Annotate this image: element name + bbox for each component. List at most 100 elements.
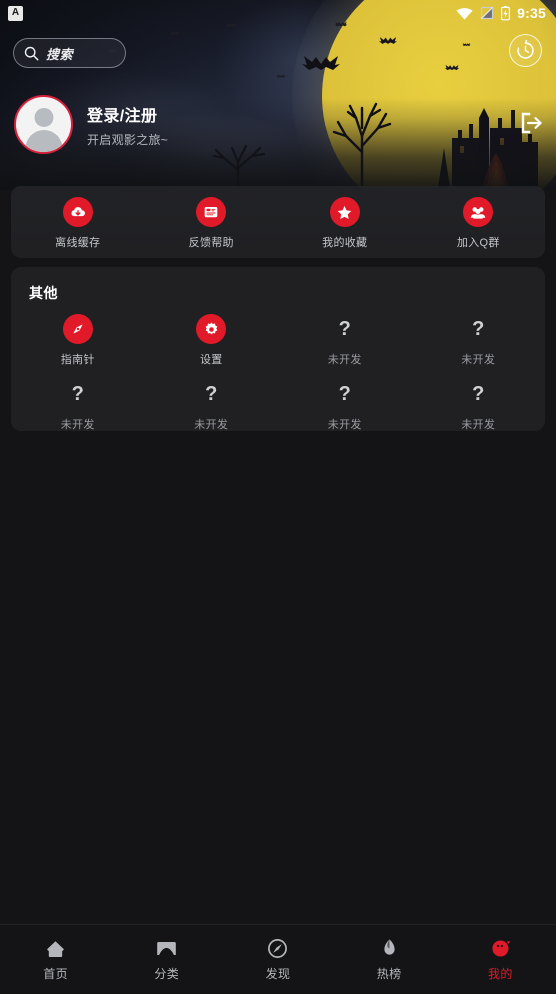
other-item-undeveloped-4[interactable]: ? 未开发 <box>145 379 279 432</box>
other-row-2: ? 未开发 ? 未开发 ? 未开发 ? 未开发 <box>11 379 545 432</box>
question-mark-glyph: ? <box>71 383 84 405</box>
compass-icon <box>62 314 93 344</box>
gear-glyph <box>205 321 218 335</box>
other-item-undeveloped-5[interactable]: ? 未开发 <box>278 379 412 432</box>
search-input[interactable]: 搜索 <box>13 38 126 68</box>
group-people-glyph <box>470 207 486 219</box>
nav-tab-discover[interactable]: 发现 <box>222 937 333 982</box>
gear-icon <box>196 314 227 344</box>
login-register-label: 登录/注册 <box>87 107 158 125</box>
bat-icon <box>444 64 460 71</box>
wifi-icon <box>456 7 473 20</box>
quick-action-label: 我的收藏 <box>322 237 368 249</box>
question-mark-icon: ? <box>463 314 493 344</box>
category-icon <box>156 937 178 959</box>
compass-glyph <box>73 324 83 334</box>
category-glyph <box>157 941 177 955</box>
question-mark-glyph: ? <box>205 383 218 405</box>
status-bar-right: 9:35 <box>456 5 546 21</box>
avatar[interactable] <box>14 95 73 154</box>
default-user-avatar-head <box>34 108 53 127</box>
logout-button[interactable] <box>516 108 546 138</box>
bottom-navigation: 首页 分类 发现 热榜 我的 <box>0 924 556 994</box>
group-people-icon <box>463 197 494 227</box>
quick-actions-card: 离线缓存 反馈帮助 我的收藏 加入Q群 <box>11 186 545 258</box>
question-mark-glyph: ? <box>338 383 351 405</box>
quick-action-label: 离线缓存 <box>55 237 101 249</box>
status-bar: A 9:35 <box>0 0 556 26</box>
question-mark-glyph: ? <box>338 318 351 340</box>
nav-tab-label: 分类 <box>154 967 180 981</box>
history-clock-icon <box>517 40 534 59</box>
star-glyph <box>337 205 352 219</box>
other-item-settings[interactable]: 设置 <box>145 314 279 367</box>
flame-glyph <box>384 938 395 955</box>
status-bar-clock: 9:35 <box>517 5 546 21</box>
compass-discover-glyph <box>268 938 288 958</box>
app-root: A 9:35 搜索 登录/注册 开启观影之旅~ 离线缓存 反馈帮助 我的收藏 加… <box>0 0 556 994</box>
battery-charging-icon <box>501 5 511 20</box>
status-bar-left: A <box>8 5 23 21</box>
question-mark-glyph: ? <box>472 383 485 405</box>
other-section-title: 其他 <box>29 285 58 301</box>
nav-tab-label: 发现 <box>265 967 291 981</box>
other-item-undeveloped-3[interactable]: ? 未开发 <box>11 379 145 432</box>
logout-icon <box>521 112 542 134</box>
profile-subtitle: 开启观影之旅~ <box>87 132 169 147</box>
star-icon <box>329 197 360 227</box>
other-item-compass[interactable]: 指南针 <box>11 314 145 367</box>
cloud-download-glyph <box>71 207 85 217</box>
other-grid: 指南针 设置 ? 未开发 ? 未开发 ? 未开发 ? 未开发 ? 未开发 ? 未… <box>11 303 545 432</box>
quick-action-label: 加入Q群 <box>456 237 500 249</box>
other-item-undeveloped-1[interactable]: ? 未开发 <box>278 314 412 367</box>
other-item-undeveloped-2[interactable]: ? 未开发 <box>412 314 546 367</box>
nav-tab-label: 热榜 <box>376 967 402 981</box>
default-user-avatar-body <box>25 130 62 152</box>
other-item-label: 设置 <box>199 354 223 366</box>
other-item-label: 未开发 <box>327 419 362 431</box>
question-mark-icon: ? <box>330 314 360 344</box>
other-item-label: 未开发 <box>461 354 496 366</box>
quick-actions-grid: 离线缓存 反馈帮助 我的收藏 加入Q群 <box>11 186 545 250</box>
other-row-1: 指南针 设置 ? 未开发 ? 未开发 <box>11 314 545 367</box>
feedback-card-icon <box>196 197 227 227</box>
quick-action-join-qq-group[interactable]: 加入Q群 <box>412 197 546 250</box>
nav-tab-hot[interactable]: 热榜 <box>334 937 445 982</box>
other-item-label: 未开发 <box>327 354 362 366</box>
quick-action-feedback-help[interactable]: 反馈帮助 <box>145 197 279 250</box>
other-item-label: 未开发 <box>194 419 229 431</box>
profile-login-row[interactable]: 登录/注册 开启观影之旅~ <box>14 95 168 154</box>
feedback-card-glyph <box>204 206 218 218</box>
search-icon <box>24 46 39 60</box>
question-mark-icon: ? <box>463 379 493 409</box>
other-item-undeveloped-6[interactable]: ? 未开发 <box>412 379 546 432</box>
sim-off-icon <box>480 6 494 20</box>
profile-glyph <box>492 939 510 957</box>
question-mark-glyph: ? <box>472 318 485 340</box>
cloud-download-icon <box>62 197 93 227</box>
profile-text: 登录/注册 开启观影之旅~ <box>87 102 168 148</box>
quick-action-offline-cache[interactable]: 离线缓存 <box>11 197 145 250</box>
home-glyph <box>47 940 64 957</box>
bat-icon <box>302 56 340 70</box>
other-section-card: 其他 指南针 设置 ? 未开发 ? 未开发 ? 未开发 ? 未开发 ? 未开发 … <box>11 267 545 431</box>
flame-icon <box>378 937 400 959</box>
profile-icon <box>489 937 511 959</box>
nav-tab-category[interactable]: 分类 <box>111 937 222 982</box>
nav-tab-mine[interactable]: 我的 <box>445 937 556 982</box>
history-button[interactable] <box>509 34 542 67</box>
quick-action-label: 反馈帮助 <box>188 237 234 249</box>
nav-tab-label: 首页 <box>43 967 68 981</box>
bat-icon <box>378 37 398 44</box>
nav-tab-home[interactable]: 首页 <box>0 937 111 982</box>
question-mark-icon: ? <box>330 379 360 409</box>
bat-icon <box>462 43 471 46</box>
compass-discover-icon <box>267 937 289 959</box>
other-item-label: 未开发 <box>60 419 95 431</box>
app-badge-icon: A <box>8 5 23 21</box>
other-item-label: 指南针 <box>60 354 95 366</box>
nav-tab-label: 我的 <box>487 967 513 981</box>
home-icon <box>45 937 67 959</box>
question-mark-icon: ? <box>63 379 93 409</box>
quick-action-my-favorites[interactable]: 我的收藏 <box>278 197 412 250</box>
